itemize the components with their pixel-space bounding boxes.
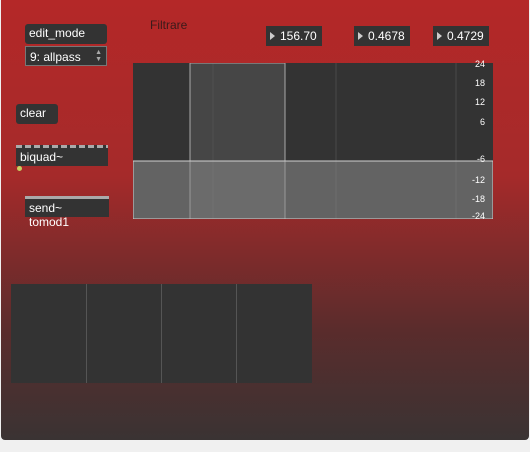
slider-column[interactable] [161, 284, 237, 383]
gain-number-box[interactable]: 0.4678 [354, 26, 410, 46]
slider-column[interactable] [11, 284, 87, 383]
slider-column[interactable] [86, 284, 162, 383]
multislider[interactable] [11, 284, 312, 383]
db-tick: -18 [471, 194, 485, 204]
filtergraph-svg [133, 63, 493, 219]
send-object[interactable]: send~ tomod1 [25, 199, 109, 229]
slider-column[interactable] [236, 284, 311, 383]
filter-type-menu[interactable]: 9: allpass ▲ ▼ [25, 46, 107, 66]
filter-title-label: Filtrare [150, 18, 188, 32]
q-number-box[interactable]: 0.4729 [433, 26, 489, 46]
biquad-outlet[interactable] [17, 166, 22, 171]
db-tick: -12 [471, 175, 485, 185]
gain-value: 0.4678 [368, 29, 405, 43]
filtergraph[interactable]: 24 18 12 6 -6 -12 -18 -24 [133, 59, 493, 221]
db-tick: -24 [471, 211, 485, 221]
edit-mode-message[interactable]: edit_mode [25, 24, 107, 44]
response-fill [133, 160, 493, 219]
freq-value: 156.70 [280, 29, 317, 43]
number-arrow-icon [437, 32, 442, 40]
patcher-panel: Filtrare edit_mode 9: allpass ▲ ▼ 156.70 … [1, 0, 529, 440]
biquad-object[interactable]: biquad~ [16, 148, 108, 166]
db-tick: 6 [479, 117, 485, 127]
db-tick: 12 [474, 97, 485, 107]
number-arrow-icon [358, 32, 363, 40]
db-tick: -6 [476, 154, 485, 164]
clear-button[interactable]: clear [16, 104, 58, 124]
db-tick: 24 [474, 59, 485, 69]
number-arrow-icon [270, 32, 275, 40]
freq-number-box[interactable]: 156.70 [266, 26, 322, 46]
db-tick: 18 [474, 78, 485, 88]
updown-arrows-icon: ▲ ▼ [95, 49, 102, 63]
filter-type-value: 9: allpass [30, 50, 81, 64]
q-value: 0.4729 [447, 29, 484, 43]
